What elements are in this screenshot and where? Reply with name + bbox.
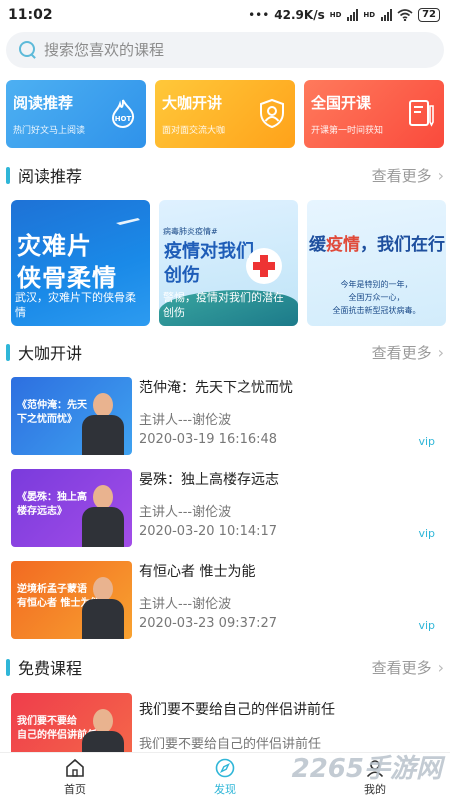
tab-label: 发现 [214,782,236,796]
see-more-free-link[interactable]: 查看更多 › [372,657,444,678]
tab-home[interactable]: 首页 [0,753,150,800]
banner-caption: 警惕，疫情对我们的潜在创伤 [163,291,284,319]
home-icon [66,758,84,777]
banner-headline: 疫情对我们 创伤 [164,240,254,288]
lecture-speaker: 主讲人---谢伦波 [139,413,232,428]
banner-caption: 武汉，灾难片下的侠骨柔情 [15,291,136,319]
speaker-portrait [82,393,124,455]
hd-icon: HD [329,10,342,19]
banner-headline: 侠骨柔情 [17,264,117,292]
net-speed: 42.9K/s [274,8,325,22]
headline-rest: ，我们在行 [360,235,445,255]
user-shield-icon [260,98,284,128]
banner-headline: 缓疫情，我们在行 [309,230,445,255]
banner-headline-line: 疫情对我们 [164,241,254,262]
plane-icon [116,218,140,225]
banner-line: 全国万众一心， [348,293,405,302]
see-more-lectures-link[interactable]: 查看更多 › [372,342,444,363]
lecture-list-item[interactable]: 《范仲淹：先天 下之忧而忧》 范仲淹：先天下之忧而忧 主讲人---谢伦波 202… [11,377,439,455]
lecture-speaker: 主讲人---谢伦波 [139,505,232,520]
banner-tag: 病毒肺炎疫情# [163,227,218,236]
lecture-title: 晏殊：独上高楼存远志 [139,472,279,488]
lecture-thumbnail: 《晏殊：独上高 楼存远志》 [11,469,132,547]
medical-cross-icon [246,248,282,284]
lecture-list-item[interactable]: 《晏殊：独上高 楼存远志》 晏殊：独上高楼存远志 主讲人---谢伦波 2020-… [11,469,439,547]
headline-accent: 疫情 [326,235,360,255]
search-bar[interactable] [6,32,444,68]
lecture-title: 有恒心者 惟士为能 [139,564,256,580]
headline-lead: 缓 [309,235,326,255]
speaker-portrait [82,577,124,639]
chevron-right-icon: › [437,342,444,362]
dots-icon: ••• [248,8,270,22]
section-title: 免费课程 [18,659,83,678]
banner-headline: 灾难片 [17,232,92,260]
lecture-date: 2020-03-19 16:16:48 [139,432,278,447]
lecture-list-item[interactable]: 逆境析孟子蒙语 有恒心者 惟士为能 有恒心者 惟士为能 主讲人---谢伦波 20… [11,561,439,639]
see-more-label: 查看更多 [371,166,432,185]
see-more-label: 查看更多 [371,343,432,362]
reading-banner[interactable]: 缓疫情，我们在行 今年是特别的一年， 全国万众一心， 全面抗击新型冠状病毒。 [307,200,446,326]
watermark-logo: 2265手游网 [291,754,442,784]
lecture-date: 2020-03-23 09:37:27 [139,616,278,631]
lecture-title: 范仲淹：先天下之忧而忧 [139,380,293,396]
search-icon [18,40,38,60]
signal-icon [347,9,359,21]
wifi-icon [397,9,413,21]
reading-banner[interactable]: 病毒肺炎疫情# 疫情对我们 创伤 警惕，疫情对我们的潜在创伤 [159,200,298,326]
banner-headline-line: 创伤 [164,265,200,286]
vip-badge: vip [418,435,435,448]
tab-label: 首页 [64,782,86,796]
section-title: 阅读推荐 [18,167,83,186]
compass-icon [215,758,235,777]
hot-badge: HOT [115,115,132,123]
tab-discover[interactable]: 发现 [150,753,300,800]
lecture-thumbnail: 《范仲淹：先天 下之忧而忧》 [11,377,132,455]
reading-carousel: 灾难片 侠骨柔情 武汉，灾难片下的侠骨柔情 病毒肺炎疫情# 疫情对我们 创伤 警… [11,200,450,326]
vip-badge: vip [418,619,435,632]
section-accent-bar [6,658,10,676]
thumbnail-line: 《晏殊：独上高 [17,492,87,503]
thumbnail-line: 下之忧而忧》 [17,414,77,425]
thumbnail-text: 《晏殊：独上高 楼存远志》 [17,491,87,519]
section-accent-bar [6,343,10,361]
lecture-date: 2020-03-20 10:14:17 [139,524,278,539]
banner-line: 全面抗击新型冠状病毒。 [332,306,421,315]
thumbnail-line: 《范仲淹：先天 [17,400,87,411]
status-bar: 11:02 ••• 42.9K/s HD HD 72 [0,0,450,30]
course-title: 我们要不要给自己的伴侣讲前任 [139,702,335,718]
signal-icon [381,9,393,21]
category-cards: 阅读推荐 热门好文马上阅读 HOT 大咖开讲 面对面交流大咖 全国开课 开课第一… [6,80,444,148]
chevron-right-icon: › [437,165,444,185]
battery-icon: 72 [418,8,440,22]
section-accent-bar [6,166,10,184]
lecture-speaker: 主讲人---谢伦波 [139,597,232,612]
hd-icon: HD [363,10,376,19]
thumbnail-text: 《范仲淹：先天 下之忧而忧》 [17,399,87,427]
see-more-label: 查看更多 [371,658,432,677]
section-header-lectures: 大咖开讲 查看更多 › [6,339,444,365]
status-indicators: ••• 42.9K/s HD HD 72 [248,8,440,22]
speaker-portrait [82,485,124,547]
section-header-free: 免费课程 查看更多 › [6,654,444,680]
search-input[interactable] [44,41,424,59]
chevron-right-icon: › [437,657,444,677]
category-card-reading[interactable]: 阅读推荐 热门好文马上阅读 HOT [6,80,146,148]
fire-icon: HOT [111,99,135,128]
lecture-thumbnail: 逆境析孟子蒙语 有恒心者 惟士为能 [11,561,132,639]
category-card-lectures[interactable]: 大咖开讲 面对面交流大咖 [155,80,295,148]
book-pen-icon [409,100,434,127]
category-card-national-courses[interactable]: 全国开课 开课第一时间获知 [304,80,444,148]
banner-line: 今年是特别的一年， [340,280,413,289]
section-header-reading: 阅读推荐 查看更多 › [6,162,444,188]
status-time: 11:02 [8,7,53,23]
banner-body: 今年是特别的一年， 全国万众一心， 全面抗击新型冠状病毒。 [307,278,446,317]
section-title: 大咖开讲 [18,344,83,363]
vip-badge: vip [418,527,435,540]
thumbnail-line: 楼存远志》 [17,506,67,517]
see-more-reading-link[interactable]: 查看更多 › [372,165,444,186]
reading-banner[interactable]: 灾难片 侠骨柔情 武汉，灾难片下的侠骨柔情 [11,200,150,326]
